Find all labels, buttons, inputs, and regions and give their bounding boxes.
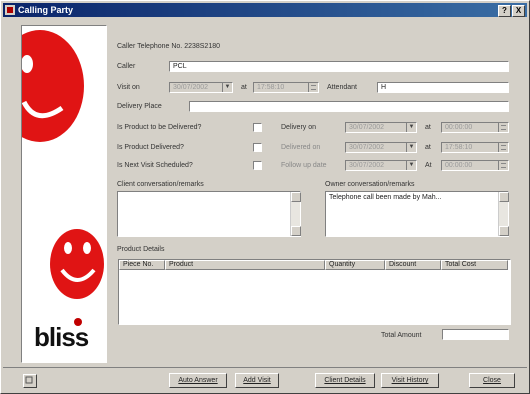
to-be-delivered-checkbox[interactable]: [253, 123, 262, 132]
column-header-product[interactable]: Product: [165, 260, 325, 270]
scroll-down-icon[interactable]: [499, 226, 509, 236]
total-amount-label: Total Amount: [381, 332, 422, 339]
title-bar: Calling Party ? X: [3, 3, 527, 17]
delivery-at-label: at: [425, 124, 431, 131]
auto-answer-button[interactable]: Auto Answer: [169, 373, 227, 388]
spinner-icon: [498, 123, 508, 132]
delivered-date-field[interactable]: 30/07/2002 ▼: [345, 142, 417, 153]
product-details-label: Product Details: [117, 246, 165, 253]
product-details-grid[interactable]: Piece No. Product Quantity Discount Tota…: [118, 259, 511, 325]
close-window-button[interactable]: X: [512, 5, 525, 17]
status-icon[interactable]: [23, 374, 37, 388]
scroll-down-icon[interactable]: [291, 226, 301, 236]
followup-label: Follow up date: [281, 162, 327, 169]
scrollbar[interactable]: [498, 192, 509, 236]
owner-conversation-text: Telephone call been made by Mah...: [329, 194, 442, 201]
followup-time-field[interactable]: 00:00:00: [441, 160, 509, 171]
close-icon: X: [515, 6, 522, 15]
delivered-at-label: at: [425, 144, 431, 151]
app-icon: [5, 5, 15, 15]
dropdown-arrow-icon: ▼: [406, 161, 416, 170]
owner-conversation-label: Owner conversation/remarks: [325, 181, 415, 188]
owner-conversation-field[interactable]: Telephone call been made by Mah...: [325, 191, 509, 237]
scroll-up-icon[interactable]: [499, 192, 509, 202]
spinner-icon: [308, 83, 318, 92]
add-visit-button[interactable]: Add Visit: [235, 373, 279, 388]
client-conversation-label: Client conversation/remarks: [117, 181, 204, 188]
q-product-delivered-label: Is Product Delivered?: [117, 144, 184, 151]
delivered-time-field[interactable]: 17:58:10: [441, 142, 509, 153]
product-delivered-checkbox[interactable]: [253, 143, 262, 152]
column-header-discount[interactable]: Discount: [385, 260, 441, 270]
attendant-field[interactable]: H: [377, 82, 509, 93]
help-icon: ?: [502, 6, 507, 15]
caller-telephone-label: Caller Telephone No. 2238S2180: [117, 43, 221, 50]
dropdown-arrow-icon: ▼: [406, 143, 416, 152]
delivered-on-label: Delivered on: [281, 144, 321, 151]
followup-date-field[interactable]: 30/07/2002 ▼: [345, 160, 417, 171]
delivery-date-field[interactable]: 30/07/2002 ▼: [345, 122, 417, 133]
dropdown-arrow-icon: ▼: [222, 83, 232, 92]
q-next-visit-label: Is Next Visit Scheduled?: [117, 162, 193, 169]
brand-panel: bliss: [21, 25, 107, 363]
visit-time-field[interactable]: 17:58:10: [253, 82, 319, 93]
visit-history-button[interactable]: Visit History: [381, 373, 439, 388]
column-header-piece-no[interactable]: Piece No.: [119, 260, 165, 270]
scrollbar[interactable]: [290, 192, 301, 236]
delivery-on-label: Delivery on: [281, 124, 317, 131]
column-header-total-cost[interactable]: Total Cost: [441, 260, 508, 270]
button-bar: Auto Answer Add Visit Client Details Vis…: [3, 367, 527, 392]
delivery-time-field[interactable]: 00:00:00: [441, 122, 509, 133]
calling-party-window: Calling Party ? X bliss Caller Telephone…: [0, 0, 530, 394]
brand-logo: bliss: [34, 322, 89, 352]
help-button[interactable]: ?: [498, 5, 511, 17]
total-amount-field[interactable]: [442, 329, 509, 340]
close-button[interactable]: Close: [469, 373, 515, 388]
followup-at-label: At: [425, 162, 432, 169]
q-to-be-delivered-label: Is Product to be Delivered?: [117, 124, 202, 131]
dropdown-arrow-icon: ▼: [406, 123, 416, 132]
visit-at-label: at: [241, 84, 247, 91]
caller-label: Caller: [117, 63, 136, 70]
scroll-up-icon[interactable]: [291, 192, 301, 202]
caller-field[interactable]: PCL: [169, 61, 509, 72]
next-visit-checkbox[interactable]: [253, 161, 262, 170]
window-title: Calling Party: [18, 5, 74, 15]
visit-date-field[interactable]: 30/07/2002 ▼: [169, 82, 233, 93]
delivery-place-label: Delivery Place: [117, 103, 162, 110]
spinner-icon: [498, 143, 508, 152]
attendant-label: Attendant: [327, 84, 357, 91]
visit-on-label: Visit on: [117, 84, 140, 91]
delivery-place-field[interactable]: [189, 101, 509, 112]
column-header-quantity[interactable]: Quantity: [325, 260, 385, 270]
spinner-icon: [498, 161, 508, 170]
client-conversation-field[interactable]: [117, 191, 301, 237]
smiley-top-icon: [22, 30, 84, 142]
smiley-bottom-icon: [50, 229, 104, 299]
client-details-button[interactable]: Client Details: [315, 373, 375, 388]
